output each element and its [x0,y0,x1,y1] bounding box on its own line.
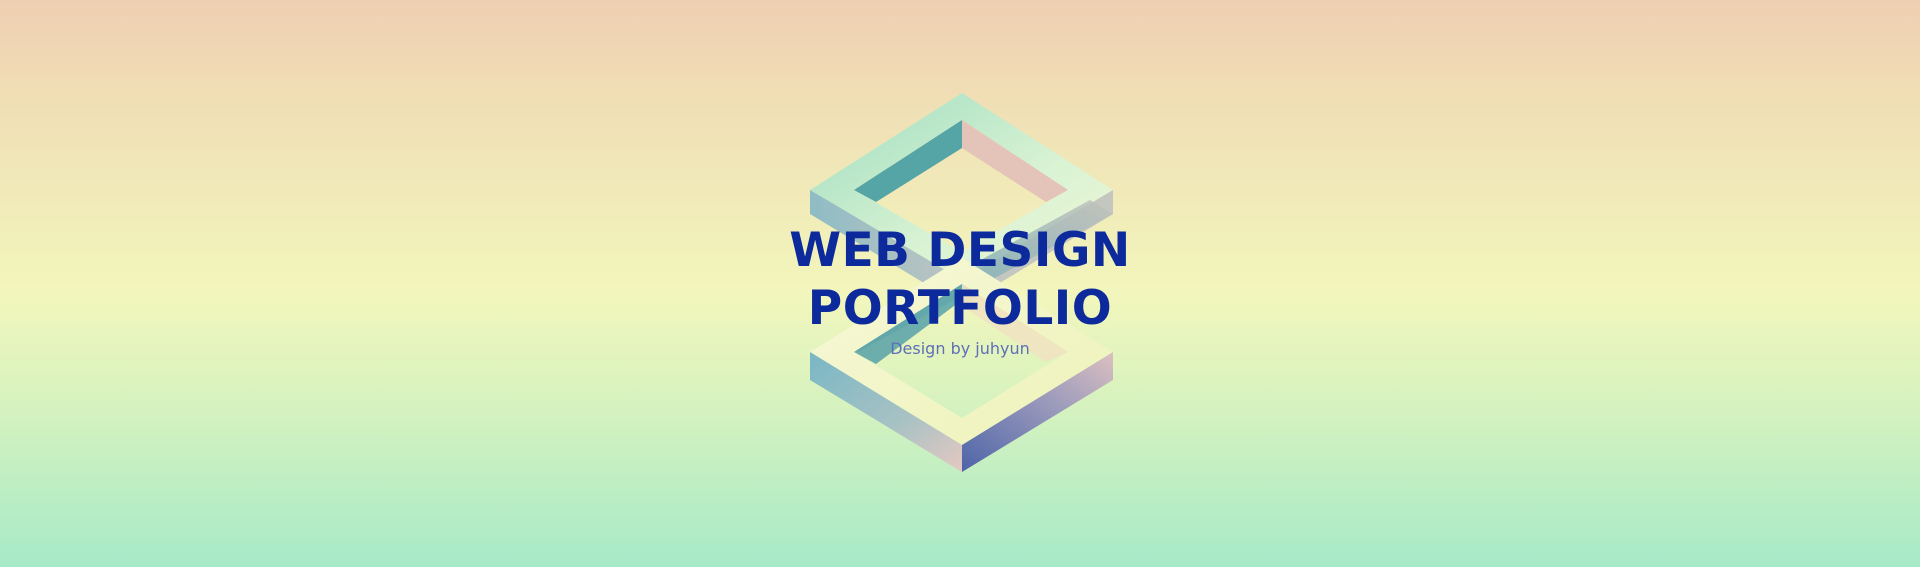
portfolio-banner: WEB DESIGN PORTFOLIO Design by juhyun [0,0,1920,567]
designer-credit: Design by juhyun [890,339,1030,358]
title-block: WEB DESIGN PORTFOLIO Design by juhyun [760,222,1160,359]
page-title-line-2: PORTFOLIO [807,281,1113,336]
page-title-line-1: WEB DESIGN [789,223,1131,278]
